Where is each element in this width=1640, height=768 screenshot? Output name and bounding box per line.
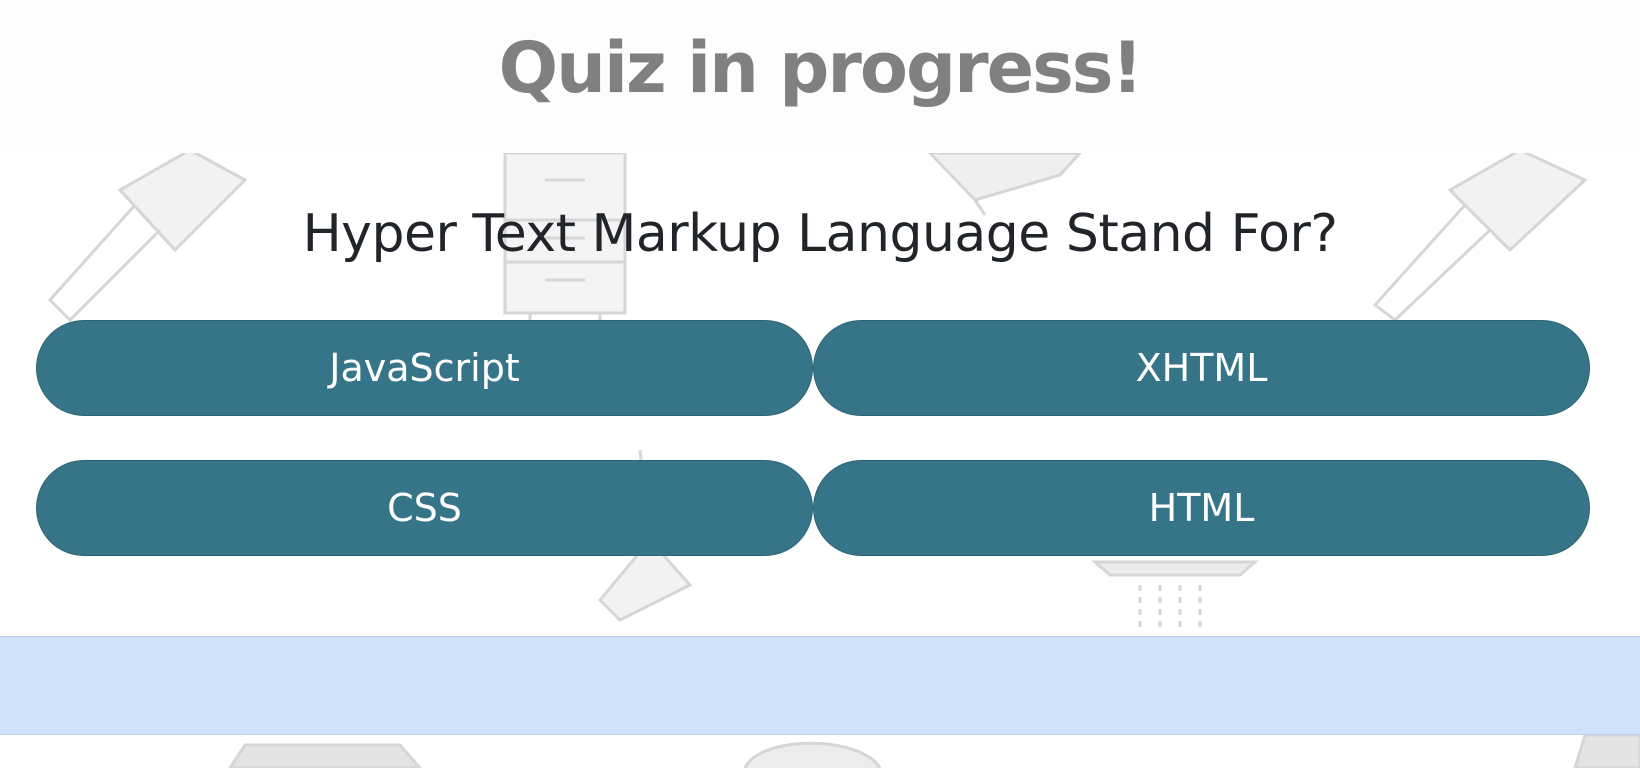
answer-grid: JavaScript XHTML CSS HTML	[36, 320, 1590, 556]
page-header: Quiz in progress!	[0, 0, 1640, 153]
quiz-page: Quiz in progress! Hyper Text Markup Lang…	[0, 0, 1640, 768]
shower-icon	[1090, 560, 1260, 630]
answer-button-css[interactable]: CSS	[36, 460, 813, 556]
question-text: Hyper Text Markup Language Stand For?	[302, 204, 1338, 264]
answer-button-xhtml[interactable]: XHTML	[813, 320, 1590, 416]
result-alert-bar	[0, 636, 1640, 735]
answer-button-javascript[interactable]: JavaScript	[36, 320, 813, 416]
page-title: Quiz in progress!	[498, 26, 1144, 109]
bottom-pattern-icons	[228, 733, 1640, 768]
answer-button-html[interactable]: HTML	[813, 460, 1590, 556]
